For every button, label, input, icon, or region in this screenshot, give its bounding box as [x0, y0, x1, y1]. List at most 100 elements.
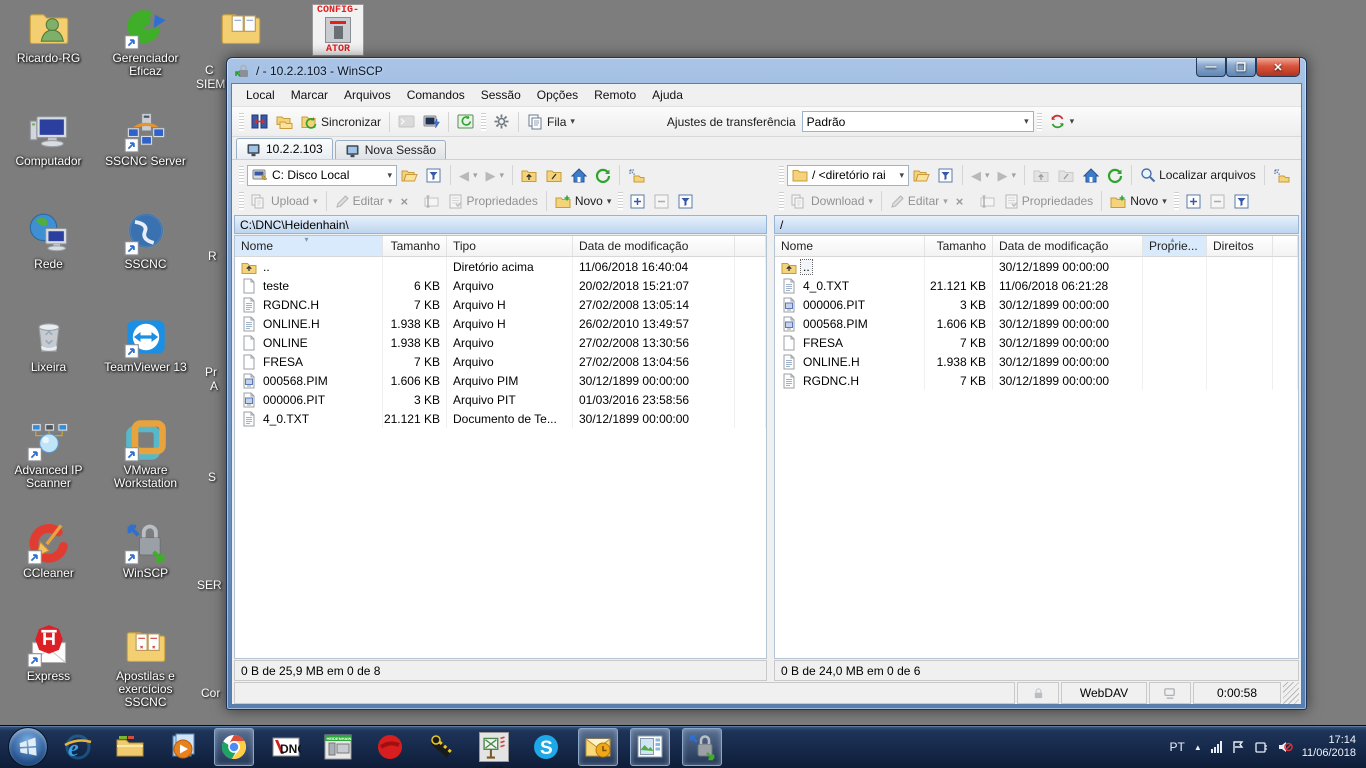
- toolbar-grip[interactable]: [239, 113, 244, 131]
- menu-opcoes[interactable]: Opções: [529, 85, 586, 105]
- menu-remoto[interactable]: Remoto: [586, 85, 644, 105]
- taskbar-dnc-app[interactable]: DNC: [266, 728, 306, 766]
- column-header-nome[interactable]: Nome: [775, 236, 925, 256]
- taskbar-ncnet[interactable]: NCnet: [474, 728, 514, 766]
- remote-panel-button[interactable]: [453, 110, 478, 134]
- session-tab-nova-sess-o[interactable]: Nova Sessão: [335, 140, 446, 159]
- remote-properties-button[interactable]: Propriedades: [1000, 189, 1097, 213]
- file-row-fresa[interactable]: FRESA7 KB30/12/1899 00:00:00: [775, 333, 1298, 352]
- toolbar-grip[interactable]: [1037, 113, 1042, 131]
- file-row-000006.pit[interactable]: 000006.PIT3 KB30/12/1899 00:00:00: [775, 295, 1298, 314]
- file-row-rgdnc.h[interactable]: RGDNC.H7 KB30/12/1899 00:00:00: [775, 371, 1298, 390]
- maximize-button[interactable]: ❐: [1226, 58, 1256, 77]
- menu-ajuda[interactable]: Ajuda: [644, 85, 691, 105]
- remote-root-directory-button[interactable]: [1054, 163, 1079, 187]
- taskbar-red-app[interactable]: [370, 728, 410, 766]
- local-home-button[interactable]: [567, 163, 591, 187]
- volume-muted-icon[interactable]: [1277, 740, 1293, 754]
- taskbar-media-player[interactable]: [162, 728, 202, 766]
- column-header-proprie-[interactable]: Proprie...▴: [1143, 236, 1207, 256]
- toolbar-grip[interactable]: [481, 113, 486, 131]
- taskbar-image-viewer[interactable]: [630, 728, 670, 766]
- synchronize-button[interactable]: Sincronizar: [297, 110, 385, 134]
- taskbar-tool-app[interactable]: [422, 728, 462, 766]
- desktop-icon-rede[interactable]: Rede: [3, 208, 95, 311]
- file-row-online.h[interactable]: ONLINE.H1.938 KBArquivo H26/02/2010 13:4…: [235, 314, 766, 333]
- queue-button[interactable]: Fila▾: [523, 110, 579, 134]
- file-row-teste[interactable]: teste6 KBArquivo20/02/2018 15:21:07: [235, 276, 766, 295]
- desktop-icon-computador[interactable]: Computador: [3, 105, 95, 208]
- close-button[interactable]: ✕: [1256, 58, 1300, 77]
- remote-select-button[interactable]: [1182, 189, 1206, 213]
- local-parent-directory-button[interactable]: [517, 163, 542, 187]
- file-row-parent[interactable]: ..30/12/1899 00:00:00: [775, 257, 1298, 276]
- taskbar-skype[interactable]: S: [526, 728, 566, 766]
- desktop-icon-configurator[interactable]: CONFIG- ATOR: [312, 4, 364, 56]
- action-center-flag-icon[interactable]: [1231, 740, 1245, 754]
- menu-local[interactable]: Local: [238, 85, 283, 105]
- remote-unselect-button[interactable]: [1206, 189, 1230, 213]
- desktop-icon-lixeira[interactable]: Lixeira: [3, 311, 95, 414]
- taskbar-outlook[interactable]: [578, 728, 618, 766]
- desktop-icon-siemens-folder[interactable]: [218, 6, 264, 53]
- local-refresh-button[interactable]: [591, 163, 615, 187]
- column-header-data-de-modificac-a-o[interactable]: Data de modificação: [573, 236, 735, 256]
- session-tab-10-2-2-103[interactable]: 10.2.2.103: [236, 138, 333, 159]
- local-edit-button[interactable]: Editar▾: [331, 189, 397, 213]
- remote-new-button[interactable]: Novo▾: [1106, 189, 1171, 213]
- network-signal-icon[interactable]: [1211, 741, 1222, 753]
- local-new-button[interactable]: Novo▾: [551, 189, 616, 213]
- local-forward-button[interactable]: ▶▾: [482, 163, 509, 187]
- file-row-4_0.txt[interactable]: 4_0.TXT21.121 KB11/06/2018 06:21:28: [775, 276, 1298, 295]
- taskbar-chrome[interactable]: [214, 728, 254, 766]
- local-path-bar[interactable]: C:\DNC\Heidenhain\: [234, 215, 767, 234]
- file-row-000006.pit[interactable]: 000006.PIT3 KBArquivo PIT01/03/2016 23:5…: [235, 390, 766, 409]
- clock[interactable]: 17:14 11/06/2018: [1302, 734, 1356, 760]
- find-files-button[interactable]: Localizar arquivos: [1136, 163, 1260, 187]
- file-row-000568.pim[interactable]: 000568.PIM1.606 KBArquivo PIM30/12/1899 …: [235, 371, 766, 390]
- language-indicator[interactable]: PT: [1169, 740, 1184, 754]
- hidden-icons-chevron[interactable]: ▲: [1194, 743, 1202, 752]
- download-button[interactable]: Download▾: [787, 189, 877, 213]
- desktop-icon-sscnc-server[interactable]: SSCNC Server: [100, 105, 192, 208]
- file-row-online[interactable]: ONLINE1.938 KBArquivo27/02/2008 13:30:56: [235, 333, 766, 352]
- remote-filter-button[interactable]: [934, 163, 958, 187]
- remote-delete-button[interactable]: ×: [952, 189, 976, 213]
- menu-sessao[interactable]: Sessão: [473, 85, 529, 105]
- local-delete-button[interactable]: ×: [396, 189, 420, 213]
- file-row-000568.pim[interactable]: 000568.PIM1.606 KB30/12/1899 00:00:00: [775, 314, 1298, 333]
- desktop-icon-winscp[interactable]: WinSCP: [100, 517, 192, 620]
- column-header-tamanho[interactable]: Tamanho: [925, 236, 993, 256]
- console-button[interactable]: [394, 110, 419, 134]
- desktop-icon-ricardo-rg[interactable]: Ricardo-RG: [3, 2, 95, 105]
- menu-arquivos[interactable]: Arquivos: [336, 85, 399, 105]
- remote-edit-button[interactable]: Editar▾: [886, 189, 952, 213]
- taskbar-heidenhain[interactable]: HEIDENHAIN: [318, 728, 358, 766]
- remote-parent-directory-button[interactable]: [1029, 163, 1054, 187]
- removable-device-icon[interactable]: [1254, 740, 1268, 754]
- local-rename-button[interactable]: [420, 189, 444, 213]
- local-selection-filter-button[interactable]: [674, 189, 698, 213]
- remote-forward-button[interactable]: ▶▾: [994, 163, 1021, 187]
- file-row-fresa[interactable]: FRESA7 KBArquivo27/02/2008 13:04:56: [235, 352, 766, 371]
- local-back-button[interactable]: ◀▾: [455, 163, 482, 187]
- remote-add-symlink-button[interactable]: [1269, 163, 1294, 187]
- synchronize-browsing-button[interactable]: [272, 110, 297, 134]
- transfer-settings-combo[interactable]: Padrão ▾: [802, 111, 1034, 132]
- menu-comandos[interactable]: Comandos: [399, 85, 473, 105]
- column-header-tamanho[interactable]: Tamanho: [383, 236, 447, 256]
- preferences-button[interactable]: [489, 110, 514, 134]
- remote-back-button[interactable]: ◀▾: [967, 163, 994, 187]
- file-row-rgdnc.h[interactable]: RGDNC.H7 KBArquivo H27/02/2008 13:05:14: [235, 295, 766, 314]
- transfer-preset-button[interactable]: ▾: [1045, 110, 1079, 134]
- remote-home-button[interactable]: [1079, 163, 1103, 187]
- local-add-symlink-button[interactable]: [624, 163, 649, 187]
- local-properties-button[interactable]: Propriedades: [444, 189, 541, 213]
- remote-selection-filter-button[interactable]: [1230, 189, 1254, 213]
- desktop-icon-apostilas-e-exerc-cios-sscnc[interactable]: Apostilas e exercícios SSCNC: [100, 620, 192, 723]
- desktop-icon-ccleaner[interactable]: CCleaner: [3, 517, 95, 620]
- desktop-icon-express[interactable]: Express: [3, 620, 95, 723]
- taskbar-windows-explorer[interactable]: [110, 728, 150, 766]
- taskbar-internet-explorer[interactable]: e: [58, 728, 98, 766]
- minimize-button[interactable]: —: [1196, 58, 1226, 77]
